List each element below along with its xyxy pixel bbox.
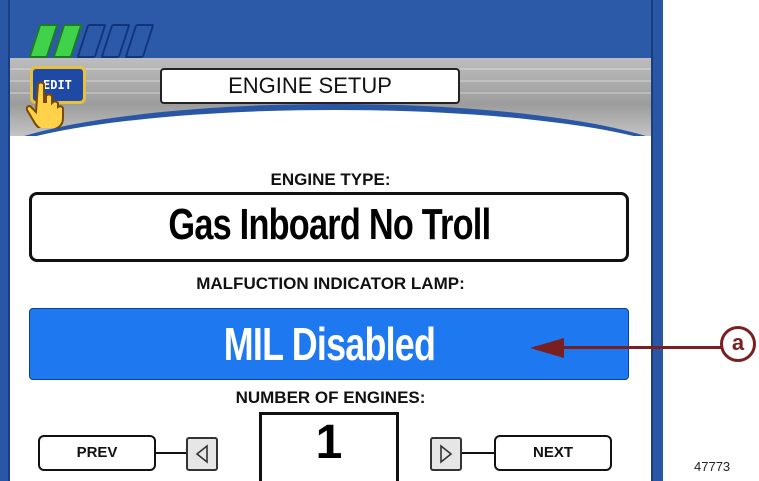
- engine-type-field[interactable]: Gas Inboard No Troll: [29, 192, 629, 262]
- engine-count-field[interactable]: 1: [259, 412, 399, 481]
- next-connector: [462, 452, 494, 454]
- status-bar: [10, 0, 651, 58]
- increment-button[interactable]: [430, 437, 462, 471]
- decrement-button[interactable]: [186, 437, 218, 471]
- left-triangle-icon: [195, 444, 208, 464]
- right-triangle-icon: [440, 444, 453, 464]
- mil-value: MIL Disabled: [223, 318, 435, 370]
- engines-label: NUMBER OF ENGINES:: [235, 388, 426, 407]
- device-screen: EDIT ENGINE SETUP ENGINE TYPE: Gas Inboa…: [0, 0, 663, 481]
- prev-button[interactable]: PREV: [38, 435, 156, 471]
- next-button[interactable]: NEXT: [494, 435, 612, 471]
- prev-connector: [156, 452, 186, 454]
- frame-right: [651, 0, 663, 481]
- engine-type-label: ENGINE TYPE:: [270, 170, 391, 189]
- signal-bar-5: [124, 24, 155, 58]
- frame-left: [0, 0, 10, 481]
- callout-arrowhead: [530, 338, 564, 358]
- pointing-hand-icon: [26, 81, 64, 128]
- engine-type-value: Gas Inboard No Troll: [168, 200, 491, 249]
- figure-number: 47773: [694, 459, 731, 474]
- mil-label: MALFUCTION INDICATOR LAMP:: [196, 274, 465, 293]
- callout-marker: a: [720, 326, 756, 362]
- page-title: ENGINE SETUP: [160, 68, 460, 104]
